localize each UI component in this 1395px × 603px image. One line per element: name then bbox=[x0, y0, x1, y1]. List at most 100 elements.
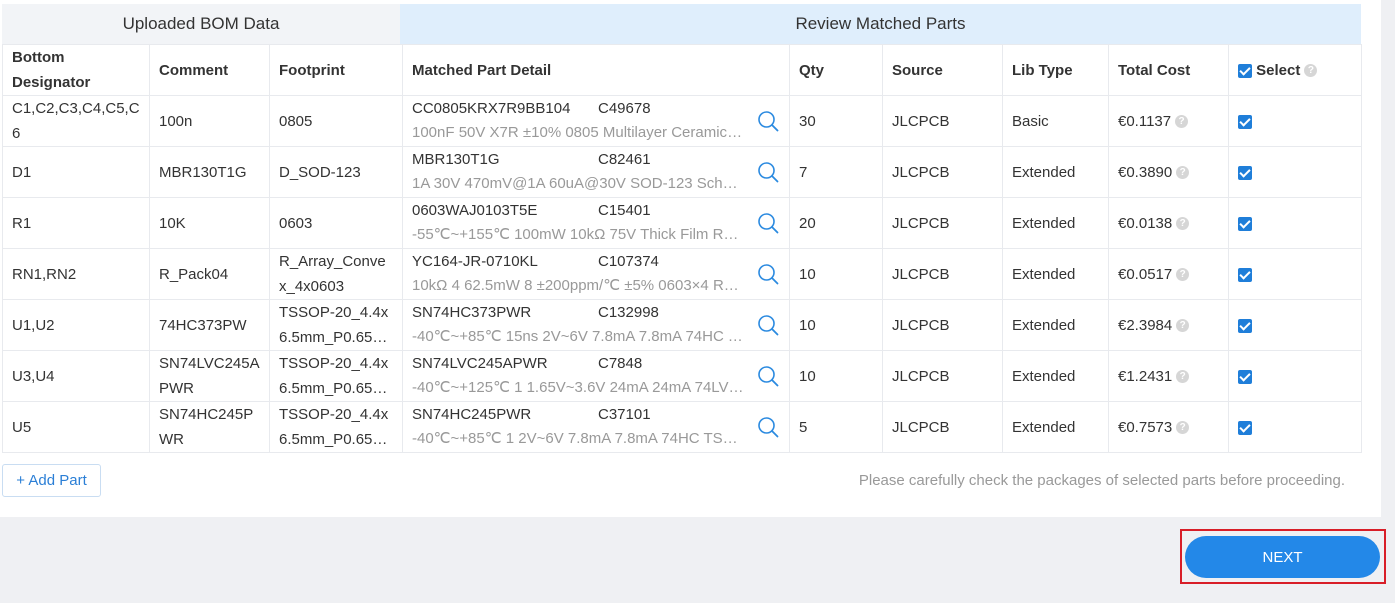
col-select: Select? bbox=[1228, 44, 1362, 96]
row-select-checkbox[interactable] bbox=[1238, 369, 1252, 384]
row-select-checkbox[interactable] bbox=[1238, 267, 1252, 282]
row-select-checkbox[interactable] bbox=[1238, 165, 1252, 180]
designator-text: U1,U2 bbox=[12, 316, 55, 334]
help-icon[interactable]: ? bbox=[1176, 421, 1190, 435]
designator-cell: U1,U2 bbox=[2, 299, 150, 351]
qty-cell: 30 bbox=[789, 95, 883, 147]
matched-part-cell: MBR130T1G C82461 1A 30V 470mV@1A 60uA@30… bbox=[402, 146, 790, 198]
table-row: R1 10K 0603 0603WAJ0103T5E C15401 -55℃~+… bbox=[2, 197, 1362, 249]
source-cell: JLCPCB bbox=[882, 350, 1003, 402]
footprint-cell: TSSOP-20_4.4x6.5mm_P0.65mm bbox=[269, 401, 403, 453]
help-icon[interactable]: ? bbox=[1176, 217, 1190, 231]
lib-type-cell: Extended bbox=[1002, 248, 1109, 300]
matched-part-ids: SN74HC245PWR C37101 bbox=[412, 403, 745, 427]
select-cell bbox=[1228, 248, 1362, 300]
footprint-text: 0805 bbox=[279, 112, 313, 130]
footprint-text: R_Array_Convex_4x0603 bbox=[279, 253, 386, 295]
source-cell: JLCPCB bbox=[882, 95, 1003, 147]
col-qty: Qty bbox=[789, 44, 883, 96]
part-description: -40℃~+125℃ 1 1.65V~3.6V 24mA 24mA 74LVC … bbox=[412, 379, 745, 396]
comment-cell: SN74LVC245APWR bbox=[149, 350, 270, 402]
table-row: U5 SN74HC245PWR TSSOP-20_4.4x6.5mm_P0.65… bbox=[2, 401, 1362, 453]
part-description: 10kΩ 4 62.5mW 8 ±200ppm/℃ ±5% 0603×4 Res… bbox=[412, 277, 745, 294]
cost-cell: €0.0517? bbox=[1108, 248, 1229, 300]
help-icon[interactable]: ? bbox=[1304, 64, 1318, 78]
part-description: 100nF 50V X7R ±10% 0805 Multilayer Ceram… bbox=[412, 124, 745, 141]
search-icon[interactable] bbox=[757, 263, 779, 285]
comment-text: SN74HC245PWR bbox=[159, 406, 254, 448]
comment-cell: MBR130T1G bbox=[149, 146, 270, 198]
search-icon[interactable] bbox=[757, 161, 779, 183]
matched-part-ids: YC164-JR-0710KL C107374 bbox=[412, 250, 745, 274]
package-notice: Please carefully check the packages of s… bbox=[858, 472, 1345, 489]
footprint-cell: TSSOP-20_4.4x6.5mm_P0.65mm bbox=[269, 299, 403, 351]
bom-table-wrap: Uploaded BOM Data Review Matched Parts B… bbox=[2, 4, 1362, 453]
mfr-part-number: 0603WAJ0103T5E bbox=[412, 202, 538, 219]
cost-value: €0.1137 bbox=[1118, 112, 1172, 130]
col-designator: Bottom Designator bbox=[2, 44, 150, 96]
designator-cell: R1 bbox=[2, 197, 150, 249]
footprint-cell: 0603 bbox=[269, 197, 403, 249]
source-cell: JLCPCB bbox=[882, 401, 1003, 453]
bom-table: Bottom Designator Comment Footprint Matc… bbox=[2, 44, 1362, 453]
help-icon[interactable]: ? bbox=[1175, 115, 1189, 129]
table-row: D1 MBR130T1G D_SOD-123 MBR130T1G C82461 … bbox=[2, 146, 1362, 198]
source-cell: JLCPCB bbox=[882, 299, 1003, 351]
footprint-text: TSSOP-20_4.4x6.5mm_P0.65mm bbox=[279, 304, 389, 346]
footprint-cell: D_SOD-123 bbox=[269, 146, 403, 198]
search-icon[interactable] bbox=[757, 365, 779, 387]
select-all-checkbox[interactable] bbox=[1238, 63, 1252, 78]
lib-type-cell: Basic bbox=[1002, 95, 1109, 147]
cost-cell: €0.3890? bbox=[1108, 146, 1229, 198]
footprint-text: TSSOP-20_4.4x6.5mm_P0.65mm bbox=[279, 406, 389, 448]
add-part-button[interactable]: + Add Part bbox=[2, 464, 101, 497]
part-description: 1A 30V 470mV@1A 60uA@30V SOD-123 Schottk… bbox=[412, 175, 745, 192]
search-icon[interactable] bbox=[757, 314, 779, 336]
designator-cell: C1,C2,C3,C4,C5,C6 bbox=[2, 95, 150, 147]
row-select-checkbox[interactable] bbox=[1238, 114, 1252, 129]
row-select-checkbox[interactable] bbox=[1238, 318, 1252, 333]
lcsc-part-number: C7848 bbox=[598, 355, 643, 372]
help-icon[interactable]: ? bbox=[1176, 166, 1190, 180]
comment-text: MBR130T1G bbox=[159, 163, 247, 181]
footprint-cell: TSSOP-20_4.4x6.5mm_P0.65mm bbox=[269, 350, 403, 402]
column-header-row: Bottom Designator Comment Footprint Matc… bbox=[2, 44, 1362, 96]
select-label: Select bbox=[1256, 61, 1301, 79]
mfr-part-number: YC164-JR-0710KL bbox=[412, 253, 538, 270]
comment-cell: R_Pack04 bbox=[149, 248, 270, 300]
cost-cell: €1.2431? bbox=[1108, 350, 1229, 402]
help-icon[interactable]: ? bbox=[1176, 268, 1190, 282]
search-icon[interactable] bbox=[757, 212, 779, 234]
designator-text: R1 bbox=[12, 214, 32, 232]
col-footprint: Footprint bbox=[269, 44, 403, 96]
lcsc-part-number: C37101 bbox=[598, 406, 651, 423]
select-cell bbox=[1228, 95, 1362, 147]
matched-part-cell: SN74HC245PWR C37101 -40℃~+85℃ 1 2V~6V 7.… bbox=[402, 401, 790, 453]
matched-part-cell: 0603WAJ0103T5E C15401 -55℃~+155℃ 100mW 1… bbox=[402, 197, 790, 249]
matched-part-ids: MBR130T1G C82461 bbox=[412, 148, 745, 172]
lib-type-cell: Extended bbox=[1002, 299, 1109, 351]
help-icon[interactable]: ? bbox=[1176, 370, 1190, 384]
lib-type-cell: Extended bbox=[1002, 146, 1109, 198]
cost-value: €0.7573 bbox=[1118, 418, 1173, 436]
designator-text: D1 bbox=[12, 163, 32, 181]
cost-value: €2.3984 bbox=[1118, 316, 1173, 334]
designator-cell: U3,U4 bbox=[2, 350, 150, 402]
row-select-checkbox[interactable] bbox=[1238, 420, 1252, 435]
col-comment: Comment bbox=[149, 44, 270, 96]
cost-value: €0.0517 bbox=[1118, 265, 1173, 283]
designator-cell: D1 bbox=[2, 146, 150, 198]
next-button[interactable]: NEXT bbox=[1185, 536, 1380, 578]
search-icon[interactable] bbox=[757, 110, 779, 132]
designator-cell: RN1,RN2 bbox=[2, 248, 150, 300]
comment-cell: 74HC373PW bbox=[149, 299, 270, 351]
help-icon[interactable]: ? bbox=[1176, 319, 1190, 333]
source-cell: JLCPCB bbox=[882, 146, 1003, 198]
footprint-cell: 0805 bbox=[269, 95, 403, 147]
col-matched-part: Matched Part Detail bbox=[402, 44, 790, 96]
search-icon[interactable] bbox=[757, 416, 779, 438]
mfr-part-number: MBR130T1G bbox=[412, 151, 500, 168]
row-select-checkbox[interactable] bbox=[1238, 216, 1252, 231]
matched-part-ids: 0603WAJ0103T5E C15401 bbox=[412, 199, 745, 223]
table-row: C1,C2,C3,C4,C5,C6 100n 0805 CC0805KRX7R9… bbox=[2, 95, 1362, 147]
